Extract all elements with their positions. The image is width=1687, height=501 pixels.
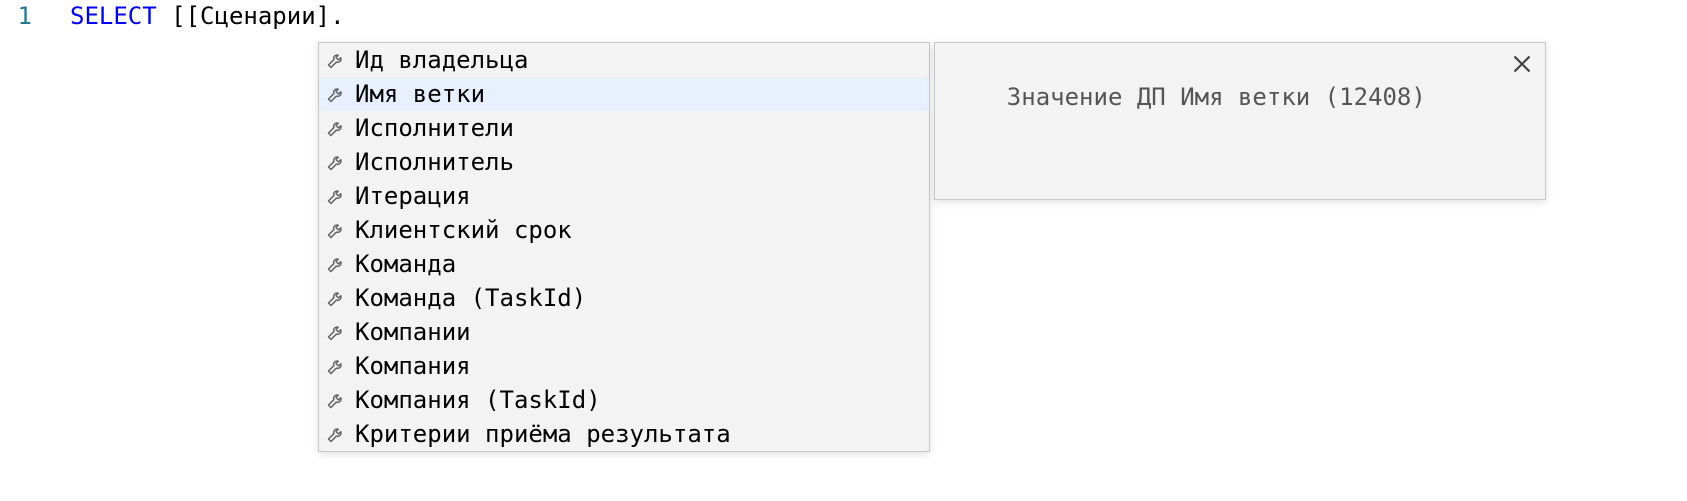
completion-item-label: Клиентский срок xyxy=(355,216,572,244)
completion-popup[interactable]: Ид владельца Имя ветки Исполнители Испол… xyxy=(318,42,930,452)
completion-item[interactable]: Исполнители xyxy=(319,111,929,145)
completion-item[interactable]: Компания xyxy=(319,349,929,383)
completion-details: Значение ДП Имя ветки (12408) xyxy=(934,42,1546,200)
completion-item-label: Компании xyxy=(355,318,471,346)
completion-item-label: Ид владельца xyxy=(355,46,528,74)
completion-item[interactable]: Критерии приёма результата xyxy=(319,417,929,451)
completion-item[interactable]: Компании xyxy=(319,315,929,349)
wrench-icon xyxy=(325,253,347,275)
wrench-icon xyxy=(325,219,347,241)
wrench-icon xyxy=(325,185,347,207)
completion-item[interactable]: Итерация xyxy=(319,179,929,213)
completion-item[interactable]: Ид владельца xyxy=(319,43,929,77)
completion-item-label: Критерии приёма результата xyxy=(355,420,731,448)
wrench-icon xyxy=(325,389,347,411)
completion-item[interactable]: Команда (TaskId) xyxy=(319,281,929,315)
wrench-icon xyxy=(325,287,347,309)
completion-item-label: Команда xyxy=(355,250,456,278)
completion-item-label: Компания (TaskId) xyxy=(355,386,601,414)
wrench-icon xyxy=(325,49,347,71)
wrench-icon xyxy=(325,355,347,377)
wrench-icon xyxy=(325,321,347,343)
completion-item[interactable]: Имя ветки xyxy=(319,77,929,111)
completion-item[interactable]: Исполнитель xyxy=(319,145,929,179)
line-number: 1 xyxy=(18,2,32,30)
wrench-icon xyxy=(325,117,347,139)
completion-item[interactable]: Компания (TaskId) xyxy=(319,383,929,417)
keyword-select: SELECT xyxy=(70,2,157,30)
completion-item-label: Итерация xyxy=(355,182,471,210)
details-text: Значение ДП Имя ветки (12408) xyxy=(1007,83,1426,111)
wrench-icon xyxy=(325,83,347,105)
code-rest: [[Сценарии]. xyxy=(157,2,345,30)
completion-item-label: Исполнитель xyxy=(355,148,514,176)
wrench-icon xyxy=(325,423,347,445)
completion-item[interactable]: Команда xyxy=(319,247,929,281)
code-editor[interactable]: 1 SELECT [[Сценарии]. Ид владельца Имя в… xyxy=(0,0,1687,501)
code-line[interactable]: SELECT [[Сценарии]. xyxy=(70,2,345,30)
close-icon[interactable] xyxy=(1511,53,1533,75)
completion-item-label: Компания xyxy=(355,352,471,380)
completion-item-label: Команда (TaskId) xyxy=(355,284,586,312)
completion-item-label: Имя ветки xyxy=(355,80,485,108)
line-number-gutter: 1 xyxy=(0,0,40,30)
completion-item-label: Исполнители xyxy=(355,114,514,142)
completion-item[interactable]: Клиентский срок xyxy=(319,213,929,247)
wrench-icon xyxy=(325,151,347,173)
